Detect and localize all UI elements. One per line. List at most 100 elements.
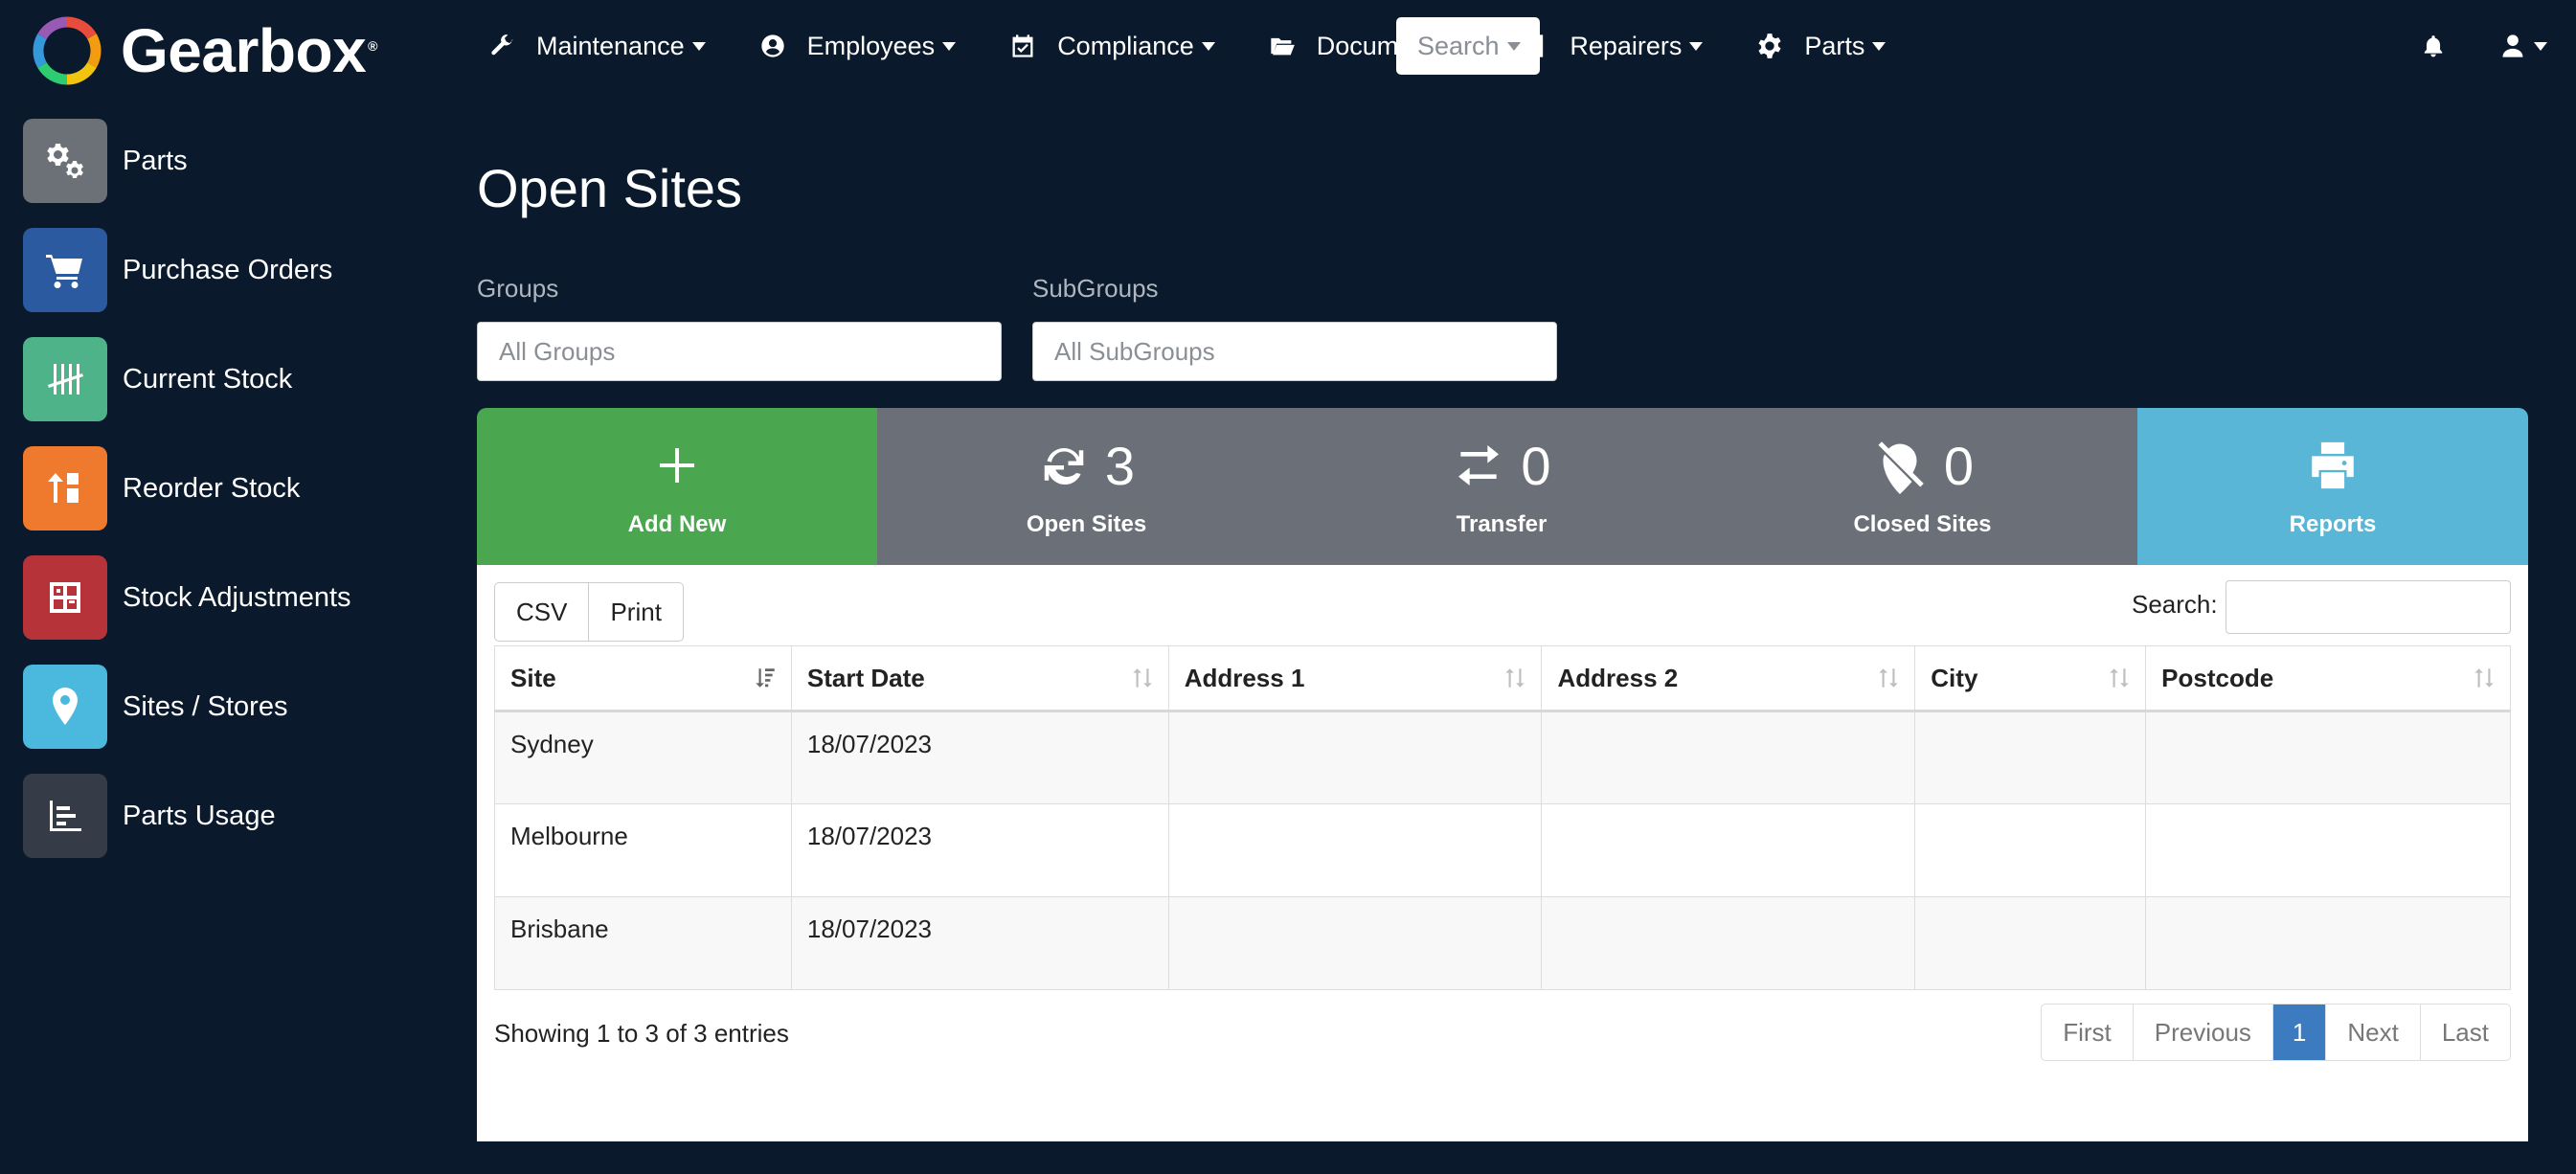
cell-site: Brisbane	[494, 896, 792, 990]
sort-icon	[1132, 668, 1152, 688]
groups-label: Groups	[477, 274, 559, 303]
caret-down-icon	[1201, 41, 1215, 51]
closed-sites-stat[interactable]: 0 Closed Sites	[1707, 408, 2137, 565]
logo-ring-icon	[33, 16, 102, 85]
table-row[interactable]: Sydney 18/07/2023	[494, 711, 2511, 804]
main-menu: Maintenance Employees Compliance Documen…	[488, 0, 1939, 92]
pagination-previous[interactable]: Previous	[2132, 1005, 2272, 1060]
cell-start-date: 18/07/2023	[790, 711, 1169, 804]
column-header-postcode[interactable]: Postcode	[2145, 645, 2511, 712]
location-off-icon	[1878, 441, 1924, 494]
bar-chart-icon	[23, 774, 107, 858]
user-icon	[2502, 34, 2523, 57]
print-button[interactable]: Print	[588, 583, 682, 641]
cell-site: Melbourne	[494, 803, 792, 897]
pagination-last[interactable]: Last	[2419, 1005, 2510, 1060]
subgroups-label: SubGroups	[1032, 274, 1159, 303]
cell-start-date: 18/07/2023	[790, 803, 1169, 897]
column-header-address-1[interactable]: Address 1	[1167, 645, 1543, 712]
cell-address-1	[1167, 803, 1543, 897]
pagination-next[interactable]: Next	[2325, 1005, 2419, 1060]
cell-city	[1914, 711, 2147, 804]
calendar-check-icon	[1012, 34, 1033, 57]
caret-down-icon	[691, 41, 706, 51]
sort-icon	[1505, 668, 1525, 688]
adjust-icon	[23, 555, 107, 640]
cell-site: Sydney	[494, 711, 792, 804]
column-header-city[interactable]: City	[1914, 645, 2147, 712]
table-search-label: Search:	[2132, 590, 2218, 619]
subgroups-select[interactable]: All SubGroups	[1032, 322, 1557, 381]
pagination: First Previous 1 Next Last	[2041, 1004, 2511, 1061]
sites-table: Site Start Date Address 1 Address 2 City…	[494, 645, 2511, 990]
sidebar-item-parts-usage[interactable]: Parts Usage	[23, 774, 444, 858]
caret-down-icon	[2534, 41, 2547, 51]
gears-icon	[23, 119, 107, 203]
plus-icon	[660, 448, 694, 483]
bell-icon[interactable]	[2421, 33, 2446, 59]
wrench-icon	[491, 34, 513, 56]
sort-desc-icon	[756, 668, 775, 688]
sidebar: Parts Purchase Orders Current Stock Reor…	[23, 119, 444, 883]
caret-down-icon	[1506, 41, 1521, 51]
table-row[interactable]: Brisbane 18/07/2023	[494, 896, 2511, 990]
printer-icon	[2312, 441, 2354, 489]
cell-address-1	[1167, 896, 1543, 990]
caret-down-icon	[1689, 41, 1704, 51]
sort-icon	[2110, 668, 2129, 688]
map-pin-icon	[23, 665, 107, 749]
pagination-page-1[interactable]: 1	[2271, 1005, 2326, 1060]
nav-parts[interactable]: Parts	[1756, 17, 1887, 75]
cell-address-1	[1167, 711, 1543, 804]
cell-address-2	[1541, 803, 1916, 897]
caret-down-icon	[942, 41, 957, 51]
pagination-first[interactable]: First	[2042, 1005, 2133, 1060]
transfer-icon	[1458, 445, 1500, 485]
groups-select[interactable]: All Groups	[477, 322, 1002, 381]
export-buttons: CSV Print	[494, 582, 684, 642]
nav-maintenance[interactable]: Maintenance	[488, 17, 706, 75]
cart-icon	[23, 228, 107, 312]
sidebar-item-current-stock[interactable]: Current Stock	[23, 337, 444, 421]
column-header-site[interactable]: Site	[494, 645, 792, 712]
sites-table-panel: CSV Print Search: Site Start Date Addres…	[477, 565, 2528, 1141]
user-menu[interactable]	[2499, 33, 2547, 59]
folder-open-icon	[1271, 37, 1295, 56]
cell-start-date: 18/07/2023	[790, 896, 1169, 990]
nav-right	[2421, 17, 2547, 75]
add-new-button[interactable]: Add New	[477, 408, 877, 565]
sort-icon	[1879, 668, 1899, 688]
cell-postcode	[2145, 711, 2511, 804]
open-sites-stat[interactable]: 3 Open Sites	[877, 408, 1296, 565]
cell-address-2	[1541, 711, 1916, 804]
top-navbar: Gearbox ® Maintenance Employees Complianc…	[0, 0, 2576, 92]
csv-button[interactable]: CSV	[495, 583, 588, 641]
cell-address-2	[1541, 896, 1916, 990]
sidebar-item-stock-adjustments[interactable]: Stock Adjustments	[23, 555, 444, 640]
reorder-icon	[23, 446, 107, 531]
user-circle-icon	[760, 34, 784, 57]
page-title: Open Sites	[477, 158, 743, 218]
cell-postcode	[2145, 803, 2511, 897]
refresh-icon	[1044, 447, 1084, 485]
column-header-start-date[interactable]: Start Date	[790, 645, 1169, 712]
nav-repairers[interactable]: Repairers	[1522, 17, 1704, 75]
sort-icon	[2474, 668, 2494, 688]
table-search-input[interactable]	[2226, 580, 2511, 634]
sidebar-item-purchase-orders[interactable]: Purchase Orders	[23, 228, 444, 312]
gearbox-logo[interactable]: Gearbox ®	[33, 16, 377, 85]
cell-city	[1914, 896, 2147, 990]
reports-button[interactable]: Reports	[2137, 408, 2528, 565]
sidebar-item-reorder-stock[interactable]: Reorder Stock	[23, 446, 444, 531]
sidebar-item-sites-stores[interactable]: Sites / Stores	[23, 665, 444, 749]
stats-strip: Add New 3 Open Sites 0 Transfer 0 Closed…	[477, 408, 2528, 565]
nav-employees[interactable]: Employees	[759, 17, 957, 75]
table-row[interactable]: Melbourne 18/07/2023	[494, 803, 2511, 897]
cell-postcode	[2145, 896, 2511, 990]
nav-compliance[interactable]: Compliance	[1009, 17, 1215, 75]
column-header-address-2[interactable]: Address 2	[1541, 645, 1916, 712]
table-header-row: Site Start Date Address 1 Address 2 City…	[494, 645, 2511, 712]
nav-search-button[interactable]: Search	[1396, 17, 1540, 75]
sidebar-item-parts[interactable]: Parts	[23, 119, 444, 203]
transfer-stat[interactable]: 0 Transfer	[1296, 408, 1707, 565]
